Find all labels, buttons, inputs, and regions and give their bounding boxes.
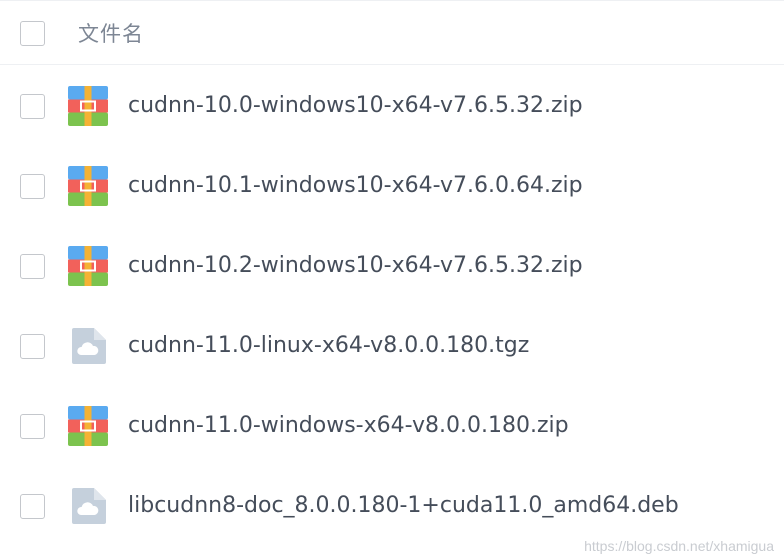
archive-zip-icon: [68, 86, 108, 126]
archive-zip-icon: [68, 246, 108, 286]
file-row[interactable]: cudnn-10.0-windows10-x64-v7.6.5.32.zip: [0, 66, 784, 146]
watermark: https://blog.csdn.net/xhamigua: [584, 538, 774, 554]
select-all-checkbox[interactable]: [20, 21, 45, 46]
file-checkbox[interactable]: [20, 254, 45, 279]
file-checkbox[interactable]: [20, 414, 45, 439]
file-list-header: 文件名: [0, 1, 784, 65]
file-checkbox[interactable]: [20, 94, 45, 119]
file-row[interactable]: cudnn-10.2-windows10-x64-v7.6.5.32.zip: [0, 226, 784, 306]
file-list: 文件名 cudnn-10.0-windows10-x64-v7.6.5.32.z…: [0, 0, 784, 560]
file-name[interactable]: libcudnn8-doc_8.0.0.180-1+cuda11.0_amd64…: [128, 490, 679, 522]
cloud-file-icon: [72, 488, 106, 524]
file-name[interactable]: cudnn-10.1-windows10-x64-v7.6.0.64.zip: [128, 170, 583, 202]
file-checkbox[interactable]: [20, 334, 45, 359]
file-name[interactable]: cudnn-10.2-windows10-x64-v7.6.5.32.zip: [128, 250, 583, 282]
file-row[interactable]: libcudnn8-doc_8.0.0.180-1+cuda11.0_amd64…: [0, 466, 784, 546]
filename-column-header[interactable]: 文件名: [78, 19, 144, 49]
file-name[interactable]: cudnn-11.0-linux-x64-v8.0.0.180.tgz: [128, 330, 529, 362]
archive-zip-icon: [68, 166, 108, 206]
file-checkbox[interactable]: [20, 494, 45, 519]
file-name[interactable]: cudnn-11.0-windows-x64-v8.0.0.180.zip: [128, 410, 569, 442]
file-row[interactable]: cudnn-11.0-linux-x64-v8.0.0.180.tgz: [0, 306, 784, 386]
cloud-file-icon: [72, 328, 106, 364]
file-row[interactable]: cudnn-10.1-windows10-x64-v7.6.0.64.zip: [0, 146, 784, 226]
file-checkbox[interactable]: [20, 174, 45, 199]
file-name[interactable]: cudnn-10.0-windows10-x64-v7.6.5.32.zip: [128, 90, 583, 122]
archive-zip-icon: [68, 406, 108, 446]
file-row[interactable]: cudnn-11.0-windows-x64-v8.0.0.180.zip: [0, 386, 784, 466]
